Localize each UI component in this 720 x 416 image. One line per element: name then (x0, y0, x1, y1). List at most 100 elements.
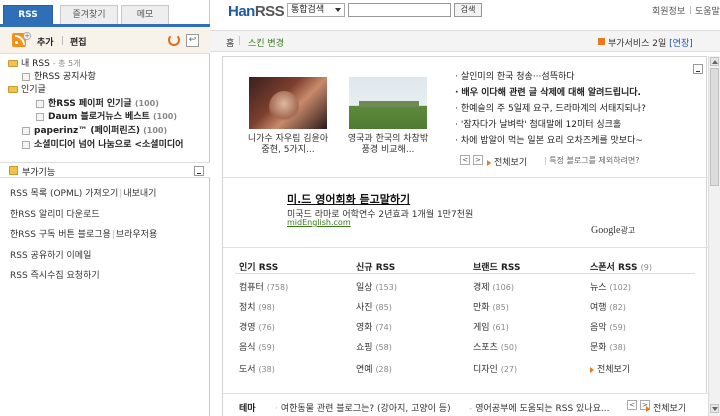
category-label: 문화 (590, 343, 607, 353)
scroll-down-icon[interactable] (710, 404, 719, 413)
scroll-up-icon[interactable] (710, 57, 719, 66)
notice-label: 특정 블로그를 제외하려면? (549, 156, 640, 165)
category-item[interactable]: 문화 (38) (590, 340, 626, 353)
feed-icon (36, 112, 44, 121)
prev-icon[interactable]: < (460, 155, 470, 165)
featured-thumbnail[interactable] (349, 77, 427, 129)
category-item[interactable]: 음악 (59) (590, 320, 626, 333)
refresh-icon[interactable] (168, 34, 180, 46)
addon-opml-import[interactable]: RSS 목록 (OPML) 가져오기 (10, 189, 118, 199)
addon-notifier-download[interactable]: 한RSS 알리미 다운로드 (10, 210, 100, 220)
news-item[interactable]: 배우 이다해 관련 글 삭제에 대해 알려드립니다. (455, 85, 641, 98)
news-item[interactable]: 살인미의 한국 청송···섬뜩하다 (455, 69, 575, 82)
category-item[interactable]: 컴퓨터 (758) (239, 280, 288, 293)
ad-url[interactable]: midEnglish.com (287, 218, 351, 227)
google-logo: Google (591, 225, 621, 236)
back-icon[interactable]: ↩ (186, 34, 199, 47)
theme-view-all[interactable]: 전체보기 (646, 401, 686, 414)
category-item[interactable]: 경영 (76) (239, 320, 275, 333)
search-scope-select[interactable]: 통합검색 (287, 3, 345, 17)
member-info-link[interactable]: 회원정보 (652, 4, 685, 17)
tree-item-label: paperinz™ (페이퍼린즈) (34, 126, 140, 136)
search-button[interactable]: 검색 (454, 3, 482, 17)
featured-view-all[interactable]: 전체보기 (487, 155, 527, 168)
category-item[interactable]: 경제 (106) (473, 280, 514, 293)
nav-home[interactable]: 홈 (226, 36, 234, 49)
scroll-thumb[interactable] (710, 68, 719, 186)
addon-item[interactable]: 한RSS 구독 버튼 블로그용|브라우저용 (10, 227, 157, 240)
addons-icon (9, 166, 18, 175)
search-input[interactable] (348, 3, 451, 17)
category-view-all[interactable]: 전체보기 (590, 362, 630, 375)
tree-item[interactable]: Daum 블로거뉴스 베스트 (100) (36, 111, 177, 123)
arrow-right-icon (590, 366, 594, 373)
nav-skin-change[interactable]: 스킨 변경 (248, 36, 284, 49)
minimize-icon[interactable] (194, 166, 204, 176)
minimize-icon[interactable] (693, 64, 703, 74)
addon-item[interactable]: RSS 즉시수집 요청하기 (10, 268, 100, 281)
addon-item[interactable]: RSS 공유하기 이메일 (10, 248, 91, 261)
category-item[interactable]: 영화 (74) (356, 320, 392, 333)
edit-button[interactable]: 편집 (70, 35, 87, 48)
exclude-blog-notice[interactable]: | 특정 블로그를 제외하려면? (544, 155, 640, 166)
theme-item[interactable]: - 영어공부에 도움되는 RSS 있나요... (469, 401, 609, 414)
tree-item[interactable]: paperinz™ (페이퍼린즈) (100) (22, 125, 167, 137)
addon-item[interactable]: RSS 목록 (OPML) 가져오기|내보내기 (10, 186, 156, 199)
category-item[interactable]: 디자인 (27) (473, 362, 517, 375)
category-label: 연예 (356, 365, 373, 375)
vertical-scrollbar[interactable] (708, 56, 720, 416)
category-count: (106) (492, 283, 514, 292)
prev-icon[interactable]: < (627, 400, 637, 410)
tree-folder-popular[interactable]: 인기글 (8, 84, 46, 96)
tab-memo[interactable]: 메모 (121, 5, 169, 24)
category-item[interactable]: 정치 (98) (239, 300, 275, 313)
header-divider (690, 6, 691, 14)
category-label: 음식 (239, 343, 256, 353)
addon-opml-export[interactable]: 내보내기 (123, 189, 156, 199)
category-item[interactable]: 음식 (59) (239, 340, 275, 353)
category-item[interactable]: 만화 (85) (473, 300, 509, 313)
add-button[interactable]: 추가 (37, 35, 54, 48)
category-item[interactable]: 쇼핑 (58) (356, 340, 392, 353)
theme-item[interactable]: · 여한동물 관련 블로그는? (강아지, 고양이 등) (275, 401, 451, 414)
category-item[interactable]: 스포츠 (50) (473, 340, 517, 353)
tree-item[interactable]: 한RSS 공지사항 (22, 71, 96, 83)
help-link[interactable]: 도움말 (695, 4, 720, 17)
tab-rss[interactable]: RSS (3, 5, 53, 24)
featured-caption[interactable]: 영국과 한국의 차창밖 풍경 비교해... (343, 134, 433, 156)
ad-title[interactable]: 미.드 영어회화 듣고말하기 (287, 191, 410, 207)
google-ads-label[interactable]: Google광고 (591, 225, 635, 236)
featured-caption[interactable]: 니가수 자우림 김윤아 중현, 5가지... (243, 134, 333, 156)
nav-bar: 홈 | 스킨 변경 부가서비스 2일 [연장] (210, 30, 720, 52)
addon-subscribe-blog[interactable]: 한RSS 구독 버튼 블로그용 (10, 230, 111, 240)
category-header-label: 스폰서 RSS (590, 263, 638, 273)
feed-icon (22, 72, 30, 81)
addon-instant-collect[interactable]: RSS 즉시수집 요청하기 (10, 271, 100, 281)
extend-link[interactable]: [연장] (669, 39, 693, 49)
hanrss-logo[interactable]: HanRSS (228, 3, 285, 20)
addon-item[interactable]: 한RSS 알리미 다운로드 (10, 207, 100, 220)
news-item[interactable]: 차에 밥알이 먹는 일본 요리 오차즈케를 맛보다~ (455, 133, 643, 146)
next-icon[interactable]: > (472, 155, 483, 165)
category-item[interactable]: 뉴스 (102) (590, 280, 631, 293)
logo-part-han: Han (228, 3, 255, 20)
section-divider (223, 247, 708, 248)
addon-subscribe-browser[interactable]: 브라우저용 (116, 230, 157, 240)
category-count: (82) (609, 303, 626, 312)
tree-item[interactable]: 소셜미디어 넘어 나눔으로 <소셜미디어 (22, 139, 183, 151)
addon-share-email[interactable]: RSS 공유하기 이메일 (10, 251, 91, 261)
category-item[interactable]: 게임 (61) (473, 320, 509, 333)
tree-root[interactable]: 내 RSS - 총 5개 (8, 58, 81, 70)
featured-thumbnail[interactable] (249, 77, 327, 129)
category-item[interactable]: 도서 (38) (239, 362, 275, 375)
category-item[interactable]: 여행 (82) (590, 300, 626, 313)
tab-favorites[interactable]: 즐겨찾기 (60, 5, 118, 24)
tree-item[interactable]: 한RSS 페이퍼 인기글 (100) (36, 98, 159, 110)
separator: | (111, 230, 115, 240)
category-item[interactable]: 사진 (85) (356, 300, 392, 313)
tree-item-label: 소셜미디어 넘어 나눔으로 <소셜미디어 (34, 140, 184, 150)
category-item[interactable]: 일상 (153) (356, 280, 397, 293)
news-item[interactable]: '잠자다가 날벼락' 첨대말에 12미터 싱크홀 (455, 117, 621, 130)
category-item[interactable]: 연예 (28) (356, 362, 392, 375)
news-item[interactable]: 한예슬의 주 5일제 요구, 드라마계의 서태지되나? (455, 101, 646, 114)
